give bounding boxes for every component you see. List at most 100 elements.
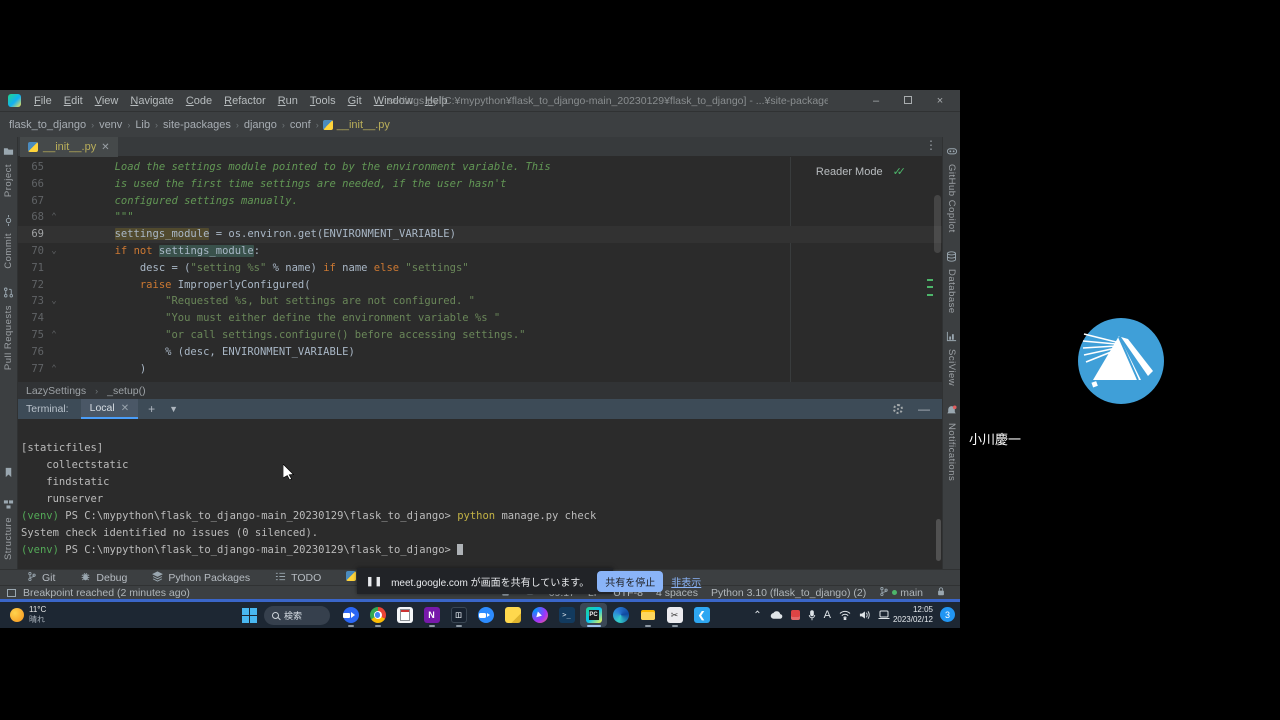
menu-run[interactable]: Run: [272, 95, 304, 107]
taskbar-chrome-icon[interactable]: [364, 603, 391, 627]
breadcrumb-item-site-packages[interactable]: site-packages: [162, 119, 232, 131]
start-button[interactable]: [242, 608, 257, 623]
menu-git[interactable]: Git: [342, 95, 368, 107]
editor-options-kebab-icon[interactable]: ⋮: [925, 138, 937, 152]
taskbar-search[interactable]: 検索: [264, 606, 330, 625]
terminal-dropdown-icon[interactable]: ▼: [165, 404, 182, 414]
close-tab-icon[interactable]: ✕: [101, 142, 109, 153]
terminal-line: runserver: [21, 491, 942, 508]
notification-badge[interactable]: 3: [940, 607, 955, 622]
terminal-settings-gear-icon[interactable]: [893, 404, 903, 414]
taskbar-notes-icon[interactable]: [391, 603, 418, 627]
taskbar-devapp-icon[interactable]: ◫: [445, 603, 472, 627]
breadcrumb-item-django[interactable]: django: [243, 119, 278, 131]
taskbar-snipping-icon[interactable]: ✂: [661, 603, 688, 627]
bug-icon: [80, 571, 91, 585]
editor-scrollbar[interactable]: [934, 195, 941, 253]
menu-file[interactable]: File: [28, 95, 58, 107]
vcs-change-mark: [927, 294, 933, 296]
folder-icon: [3, 146, 14, 160]
git-branch-widget[interactable]: main: [879, 586, 923, 600]
tab-init-py[interactable]: __init__.py ✕: [20, 137, 118, 157]
tool-stripe-notifications[interactable]: Notifications: [946, 405, 957, 481]
taskbar-zoom-icon[interactable]: [472, 603, 499, 627]
tray-rec-icon[interactable]: [791, 610, 800, 620]
fold-icon[interactable]: ⌃: [44, 327, 64, 344]
tool-stripe-commit[interactable]: Commit: [3, 215, 14, 269]
menu-edit[interactable]: Edit: [58, 95, 89, 107]
tool-stripe-project[interactable]: Project: [3, 146, 14, 197]
maximize-button[interactable]: [892, 90, 924, 112]
close-button[interactable]: ×: [924, 90, 956, 112]
tool-stripe-database[interactable]: Database: [946, 251, 957, 314]
double-check-icon: ✓✓: [893, 164, 906, 181]
taskbar-vscode-icon[interactable]: ❮: [688, 603, 715, 627]
taskbar-onenote-icon[interactable]: N: [418, 603, 445, 627]
weather-widget[interactable]: 11°C 晴れ: [10, 605, 46, 625]
code-editor[interactable]: 65 Load the settings module pointed to b…: [18, 157, 942, 382]
menu-tools[interactable]: Tools: [304, 95, 342, 107]
tray-wifi-icon[interactable]: [839, 610, 851, 620]
python-icon: [346, 571, 356, 584]
new-terminal-icon[interactable]: +: [138, 402, 165, 416]
breadcrumb-item-venv[interactable]: venv: [98, 119, 123, 131]
menu-view[interactable]: View: [89, 95, 125, 107]
terminal-label: Terminal:: [18, 403, 81, 415]
tray-cloud-icon[interactable]: [770, 610, 783, 620]
close-terminal-tab-icon[interactable]: ✕: [121, 403, 129, 414]
toolwindow-python-packages[interactable]: Python Packages: [152, 571, 250, 585]
tool-stripe-bookmark[interactable]: [3, 467, 14, 481]
breadcrumb-method[interactable]: _setup(): [107, 385, 146, 397]
taskbar-pycharm-icon[interactable]: [580, 603, 607, 627]
tray-mic-icon[interactable]: [808, 610, 816, 621]
fold-icon[interactable]: ⌄: [44, 293, 64, 310]
fold-icon[interactable]: ⌄: [44, 243, 64, 260]
taskbar-terminal-icon[interactable]: >_: [553, 603, 580, 627]
fold-icon[interactable]: ⌃: [44, 361, 64, 378]
tray-chevup-icon[interactable]: ⌃: [753, 610, 761, 621]
screen: FileEditViewNavigateCodeRefactorRunTools…: [0, 0, 1280, 720]
taskbar-edge-icon[interactable]: [607, 603, 634, 627]
menu-navigate[interactable]: Navigate: [124, 95, 179, 107]
minimize-button[interactable]: –: [860, 90, 892, 112]
tray-volume-icon[interactable]: [859, 610, 870, 620]
breadcrumb-item-flask_to_django[interactable]: flask_to_django: [8, 119, 87, 131]
taskbar-explorer-icon[interactable]: [634, 603, 661, 627]
layout-icon[interactable]: [7, 589, 16, 597]
pause-icon: ❚❚: [366, 576, 383, 587]
editor-tab-bar: __init__.py ✕ ⋮: [18, 137, 942, 157]
taskbar-messenger-icon[interactable]: [526, 603, 553, 627]
menu-code[interactable]: Code: [180, 95, 218, 107]
terminal-output[interactable]: [staticfiles] collectstatic findstatic r…: [18, 419, 942, 569]
vcs-change-mark: [927, 286, 933, 288]
stop-sharing-button[interactable]: 共有を停止: [597, 571, 663, 592]
minimize-panel-icon[interactable]: —: [918, 402, 930, 416]
taskbar-sticky-icon[interactable]: [499, 603, 526, 627]
lock-icon[interactable]: [936, 586, 946, 600]
tool-stripe-pull-requests[interactable]: Pull Requests: [3, 287, 14, 370]
title-bar: FileEditViewNavigateCodeRefactorRunTools…: [0, 90, 960, 112]
reader-mode-hint[interactable]: Reader Mode ✓✓: [816, 164, 906, 181]
taskbar-meet-icon[interactable]: [337, 603, 364, 627]
fold-icon[interactable]: ⌃: [44, 209, 64, 226]
terminal-scrollbar[interactable]: [936, 519, 941, 561]
tool-stripe-structure[interactable]: Structure: [3, 499, 14, 560]
menu-refactor[interactable]: Refactor: [218, 95, 272, 107]
toolwindow-git[interactable]: Git: [27, 571, 55, 585]
tool-stripe-sciview[interactable]: SciView: [946, 331, 957, 386]
breadcrumb-item-conf[interactable]: conf: [289, 119, 312, 131]
breadcrumb-item-file[interactable]: __init__.py: [323, 119, 390, 131]
hide-link[interactable]: 非表示: [671, 574, 701, 589]
tray-laptop-icon[interactable]: [878, 610, 890, 620]
branch-name: main: [900, 587, 923, 599]
breadcrumb-class[interactable]: LazySettings: [26, 385, 86, 397]
toolwindow-todo[interactable]: TODO: [275, 571, 321, 585]
status-item[interactable]: Python 3.10 (flask_to_django) (2): [711, 587, 866, 599]
tool-stripe-github-copilot[interactable]: GitHub Copilot: [946, 146, 958, 233]
tray-ime-icon[interactable]: A: [824, 609, 831, 621]
breadcrumb-item-Lib[interactable]: Lib: [134, 119, 151, 131]
terminal-tab-local[interactable]: Local ✕: [81, 399, 139, 419]
taskbar-clock[interactable]: 12:05 2023/02/12: [893, 605, 933, 626]
commit-icon: [3, 215, 14, 229]
toolwindow-debug[interactable]: Debug: [80, 571, 127, 585]
